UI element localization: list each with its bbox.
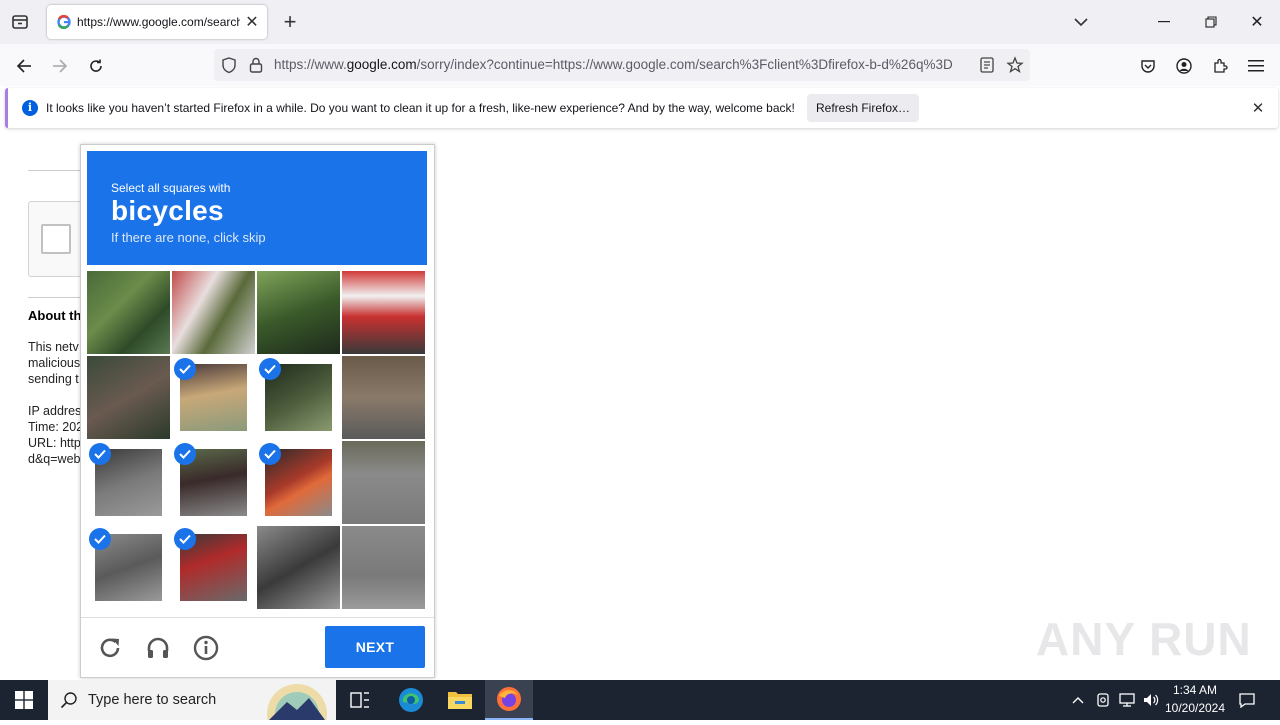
- account-icon[interactable]: [1170, 52, 1198, 80]
- lock-icon[interactable]: [248, 56, 264, 74]
- file-explorer-icon[interactable]: [436, 680, 484, 720]
- meet-now-icon[interactable]: [1093, 690, 1113, 710]
- restore-icon[interactable]: [1197, 8, 1225, 36]
- divider: [81, 617, 434, 618]
- page-text-line: malicious: [28, 356, 81, 370]
- notification-bar: i It looks like you haven’t started Fire…: [5, 88, 1278, 128]
- firefox-icon[interactable]: [485, 680, 533, 720]
- watermark: ANY RUN: [1036, 613, 1252, 665]
- new-tab-icon[interactable]: +: [279, 11, 301, 33]
- divider: [28, 297, 88, 298]
- page-text-line: d&q=web: [28, 452, 81, 466]
- reader-view-icon[interactable]: [978, 56, 996, 74]
- edge-icon[interactable]: [387, 680, 435, 720]
- page-text-line: sending t: [28, 372, 79, 386]
- captcha-hint: If there are none, click skip: [111, 230, 266, 245]
- chevron-up-icon[interactable]: [1068, 690, 1088, 710]
- notification-center-icon[interactable]: [1237, 690, 1257, 710]
- captcha-target: bicycles: [111, 195, 224, 226]
- captcha-tile[interactable]: [87, 356, 170, 439]
- divider: [28, 170, 88, 171]
- network-icon[interactable]: [1117, 690, 1137, 710]
- shield-icon[interactable]: [220, 56, 238, 74]
- hamburger-menu-icon[interactable]: [1242, 52, 1270, 80]
- captcha-tile[interactable]: [257, 271, 340, 354]
- captcha-tile[interactable]: [342, 526, 425, 609]
- captcha-tile[interactable]: [87, 271, 170, 354]
- volume-icon[interactable]: [1141, 690, 1161, 710]
- checkmark-icon: [174, 528, 196, 550]
- captcha-tile[interactable]: [257, 356, 340, 439]
- checkmark-icon: [259, 358, 281, 380]
- close-tab-icon[interactable]: ✕: [243, 13, 261, 31]
- extensions-icon[interactable]: [1206, 52, 1234, 80]
- search-icon: [60, 691, 78, 709]
- captcha-tile[interactable]: [172, 356, 255, 439]
- info-icon[interactable]: [191, 633, 221, 663]
- browser-tab[interactable]: https://www.google.com/search? ✕: [47, 5, 267, 39]
- windows-start-icon[interactable]: [0, 680, 48, 720]
- captcha-tile[interactable]: [172, 441, 255, 524]
- clock-date[interactable]: 10/20/2024: [1160, 701, 1230, 715]
- title-bar: https://www.google.com/search? ✕ + ✕: [0, 0, 1280, 44]
- refresh-firefox-button[interactable]: Refresh Firefox…: [807, 94, 919, 122]
- captcha-tile[interactable]: [342, 441, 425, 524]
- checkmark-icon: [89, 528, 111, 550]
- address-bar[interactable]: https://www.google.com/sorry/index?conti…: [214, 49, 1030, 81]
- captcha-tile[interactable]: [87, 441, 170, 524]
- taskbar: Type here to search 1:34 AM 10/20/2024: [0, 680, 1280, 725]
- page-text-line: URL: http: [28, 436, 81, 450]
- captcha-dialog: Select all squares with bicycles If ther…: [80, 144, 435, 678]
- notification-text: It looks like you haven’t started Firefo…: [46, 101, 795, 115]
- clock-time[interactable]: 1:34 AM: [1160, 683, 1230, 697]
- checkmark-icon: [89, 443, 111, 465]
- url-text[interactable]: https://www.google.com/sorry/index?conti…: [274, 57, 970, 72]
- info-icon: i: [22, 100, 38, 116]
- taskbar-search-box[interactable]: Type here to search: [48, 680, 336, 725]
- captcha-image-grid: [87, 271, 427, 611]
- page-text-line: IP addres: [28, 404, 82, 418]
- close-window-icon[interactable]: ✕: [1243, 8, 1271, 36]
- chevron-down-icon[interactable]: [1070, 12, 1092, 32]
- audio-challenge-icon[interactable]: [143, 633, 173, 663]
- firefox-view-icon[interactable]: [8, 10, 32, 34]
- page-text-line: Time: 202: [28, 420, 84, 434]
- checkmark-icon: [174, 358, 196, 380]
- recaptcha-checkbox[interactable]: [41, 224, 71, 254]
- forward-arrow-icon[interactable]: [46, 52, 74, 80]
- reload-icon[interactable]: [82, 52, 110, 80]
- minimize-icon[interactable]: [1150, 8, 1178, 36]
- page-heading: About th: [28, 308, 82, 323]
- captcha-tile[interactable]: [172, 271, 255, 354]
- task-view-icon[interactable]: [336, 680, 384, 720]
- google-g-icon: [57, 14, 71, 30]
- captcha-tile[interactable]: [257, 526, 340, 609]
- checkmark-icon: [174, 443, 196, 465]
- search-placeholder: Type here to search: [88, 692, 217, 708]
- captcha-tile[interactable]: [257, 441, 340, 524]
- back-arrow-icon[interactable]: [10, 52, 38, 80]
- page-text-line: This netv: [28, 340, 79, 354]
- captcha-instruction: Select all squares with: [111, 181, 231, 195]
- pocket-icon[interactable]: [1134, 52, 1162, 80]
- search-highlight-image: [263, 684, 331, 725]
- close-icon[interactable]: ✕: [1248, 98, 1268, 118]
- checkmark-icon: [259, 443, 281, 465]
- captcha-tile[interactable]: [172, 526, 255, 609]
- navigation-bar: https://www.google.com/sorry/index?conti…: [0, 44, 1280, 86]
- captcha-tile[interactable]: [87, 526, 170, 609]
- next-button[interactable]: NEXT: [325, 626, 425, 668]
- reload-challenge-icon[interactable]: [95, 633, 125, 663]
- bookmark-star-icon[interactable]: [1006, 56, 1024, 74]
- captcha-tile[interactable]: [342, 356, 425, 439]
- captcha-header: Select all squares with bicycles If ther…: [87, 151, 427, 265]
- captcha-tile[interactable]: [342, 271, 425, 354]
- tab-title: https://www.google.com/search?: [77, 15, 240, 29]
